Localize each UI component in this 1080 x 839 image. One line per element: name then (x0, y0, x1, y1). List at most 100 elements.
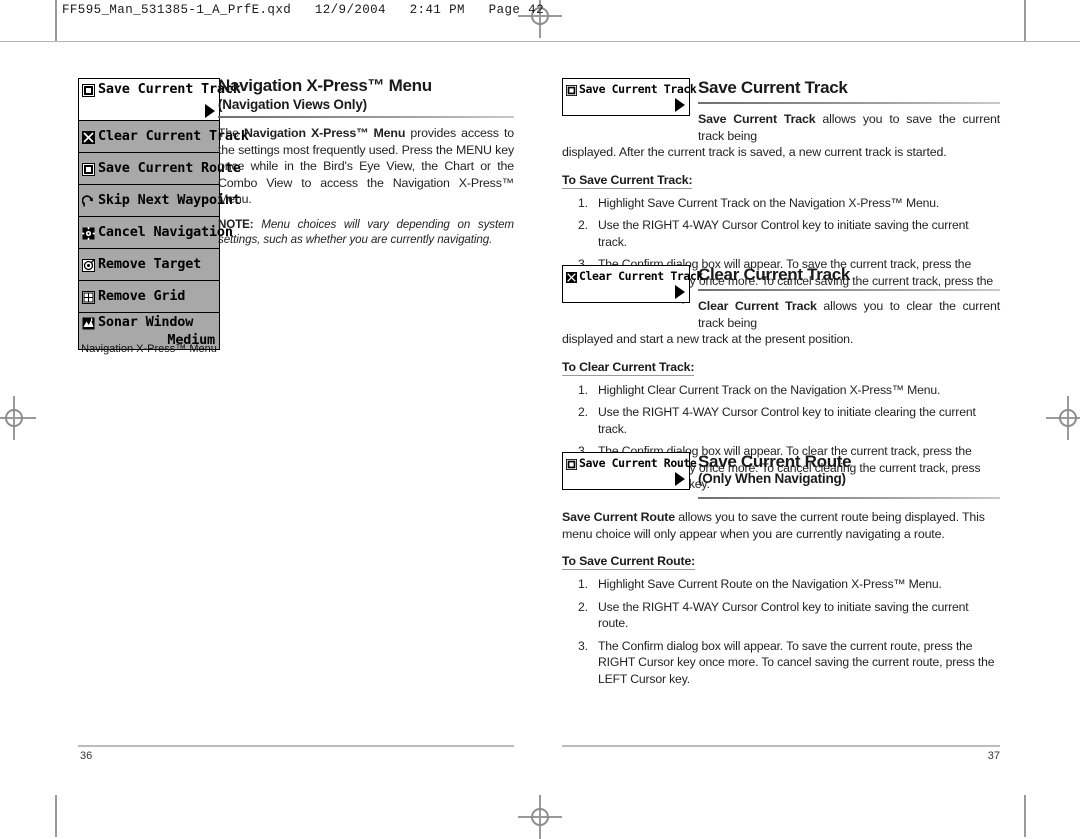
section-title: Save Current Route (698, 452, 852, 471)
note-paragraph: NOTE: Menu choices will vary depending o… (218, 217, 514, 246)
step-text: Use the RIGHT 4-WAY Cursor Control key t… (598, 599, 969, 631)
section-title-wrap: Clear Current Track (698, 265, 1000, 284)
section-header: Save Current Route Save Current Route (Onl… (562, 452, 1000, 496)
section-title: Clear Current Track (698, 265, 851, 284)
menu-chip-save-current-route[interactable]: Save Current Route (562, 452, 697, 490)
footer-rule-right (562, 745, 1000, 747)
menu-item-label: Cancel Navigation (82, 225, 233, 240)
menu-chip-label: Save Current Route (566, 456, 697, 470)
menu-expand-arrow-icon[interactable] (205, 104, 215, 118)
menu-chip-clear-current-track[interactable]: Clear Current Track (562, 265, 703, 303)
step-number: 3. (578, 638, 588, 653)
procedure-heading: To Clear Current Track: (562, 359, 695, 376)
title-rule (218, 116, 514, 118)
navigation-xpress-menu-graphic: Save Current Track Clear Current Track Sav… (78, 78, 249, 350)
section-title-wrap: Save Current Track (698, 78, 1000, 97)
step-number: 1. (578, 382, 588, 397)
x-box-icon (82, 131, 95, 144)
save-disk-icon (82, 84, 95, 97)
step-text: Use the RIGHT 4-WAY Cursor Control key t… (598, 218, 969, 249)
trim-mark (1024, 795, 1026, 837)
target-eye-icon (82, 259, 95, 272)
registration-mark-right (1046, 396, 1080, 440)
menu-item-skip-next-waypoint[interactable]: Skip Next Waypoint (79, 185, 241, 217)
menu-item-text: Remove Target (98, 256, 202, 272)
menu-item-text: Remove Grid (98, 288, 186, 304)
x-box-icon (566, 271, 577, 283)
menu-item-label: Save Current Route (82, 161, 241, 176)
left-page-text-column: Navigation X-Press™ Menu (Navigation Vie… (218, 76, 514, 247)
menu-expand-arrow-icon[interactable] (675, 472, 685, 486)
menu-chip-text: Clear Current Track (579, 269, 703, 283)
trim-mark (55, 795, 57, 837)
cancel-nav-icon (82, 227, 95, 240)
step-number: 2. (578, 405, 588, 419)
procedure-step: 2. Use the RIGHT 4-WAY Cursor Control key… (562, 599, 1000, 632)
menu-chip-save-current-track[interactable]: Save Current Track (562, 78, 697, 116)
procedure-steps: 1. Highlight Save Current Route on the Na… (562, 576, 1000, 687)
menu-item-clear-current-track[interactable]: Clear Current Track (79, 121, 249, 153)
step-number: 2. (578, 599, 588, 614)
section-subtitle: (Only When Navigating) (698, 471, 846, 486)
step-number: 1. (578, 577, 588, 591)
procedure-step: 3. The Confirm dialog box will appear. To… (562, 638, 1000, 688)
save-disk-icon (82, 163, 95, 176)
section-title-wrap: Save Current Route (Only When Navigating) (698, 452, 1000, 487)
procedure-step: 1. Highlight Save Current Track on the Na… (562, 195, 1000, 212)
menu-item-cancel-navigation[interactable]: Cancel Navigation (79, 217, 233, 249)
procedure-step: 2. Use the RIGHT 4-WAY Cursor Control key… (562, 404, 1000, 437)
menu-chip-text: Save Current Track (579, 82, 697, 96)
save-disk-icon (566, 84, 577, 96)
footer-rule-left (78, 745, 514, 747)
step-text: Use the RIGHT 4-WAY Cursor Control key t… (598, 405, 976, 436)
menu-item-remove-grid[interactable]: Remove Grid (79, 281, 219, 313)
menu-chip-label: Save Current Track (566, 82, 697, 96)
step-text: The Confirm dialog box will appear. To s… (598, 638, 995, 686)
save-disk-icon (566, 458, 577, 470)
menu-item-label: Save Current Track (82, 82, 241, 97)
step-number: 2. (578, 218, 588, 232)
step-text: Highlight Clear Current Track on the Nav… (598, 382, 941, 397)
intro-paragraph: The Navigation X-Press™ Menu provides ac… (218, 126, 514, 206)
slug-divider (0, 41, 1080, 42)
page-number-right: 37 (987, 750, 1000, 762)
registration-mark-bottom (518, 795, 562, 839)
procedure-step: 1. Highlight Clear Current Track on the N… (562, 382, 1000, 399)
quark-file-slug: FF595_Man_531385-1_A_PrfE.qxd 12/9/2004 … (62, 3, 544, 17)
menu-item-label: Skip Next Waypoint (82, 193, 241, 208)
section-body: Save Current Route allows you to save th… (562, 510, 985, 541)
page-title: Navigation X-Press™ Menu (218, 76, 432, 95)
menu-chip-text: Save Current Route (579, 456, 697, 470)
section-body: displayed. After the current track is sa… (562, 145, 947, 159)
skip-arrow-icon (82, 195, 95, 208)
section-body: displayed and start a new track at the p… (562, 332, 854, 346)
trim-mark (55, 0, 57, 42)
page-subtitle: (Navigation Views Only) (218, 97, 367, 112)
section-header: Clear Current Track Clear Current Track (562, 265, 1000, 309)
page-number-left: 36 (80, 750, 93, 762)
menu-chip-label: Clear Current Track (566, 269, 703, 283)
menu-item-label: Remove Target (82, 257, 201, 272)
section-rule (698, 497, 1000, 499)
step-number: 1. (578, 195, 588, 210)
menu-item-remove-target[interactable]: Remove Target (79, 249, 219, 281)
section-header: Save Current Track Save Current Track (562, 78, 1000, 122)
menu-item-text: Cancel Navigation (98, 224, 233, 240)
sonar-window-icon (82, 317, 95, 330)
procedure-step: 2. Use the RIGHT 4-WAY Cursor Control key… (562, 217, 1000, 250)
step-text: Highlight Save Current Route on the Navi… (598, 577, 942, 591)
menu-item-label: Remove Grid (82, 289, 185, 304)
grid-icon (82, 291, 95, 304)
menu-expand-arrow-icon[interactable] (675, 285, 685, 299)
procedure-heading: To Save Current Route: (562, 554, 696, 570)
registration-mark-left (0, 396, 36, 440)
menu-item-text: Sonar Window (98, 314, 194, 330)
menu-item-save-current-route[interactable]: Save Current Route (79, 153, 241, 185)
section-title: Save Current Track (698, 78, 848, 97)
trim-mark (1024, 0, 1026, 42)
menu-expand-arrow-icon[interactable] (675, 98, 685, 112)
step-text: Highlight Save Current Track on the Navi… (598, 195, 940, 210)
menu-graphic-caption: Navigation X-Press™ Menu (81, 343, 217, 355)
section-save-current-route: Save Current Route Save Current Route (Onl… (562, 452, 1000, 693)
menu-item-save-current-track[interactable]: Save Current Track (79, 79, 241, 121)
